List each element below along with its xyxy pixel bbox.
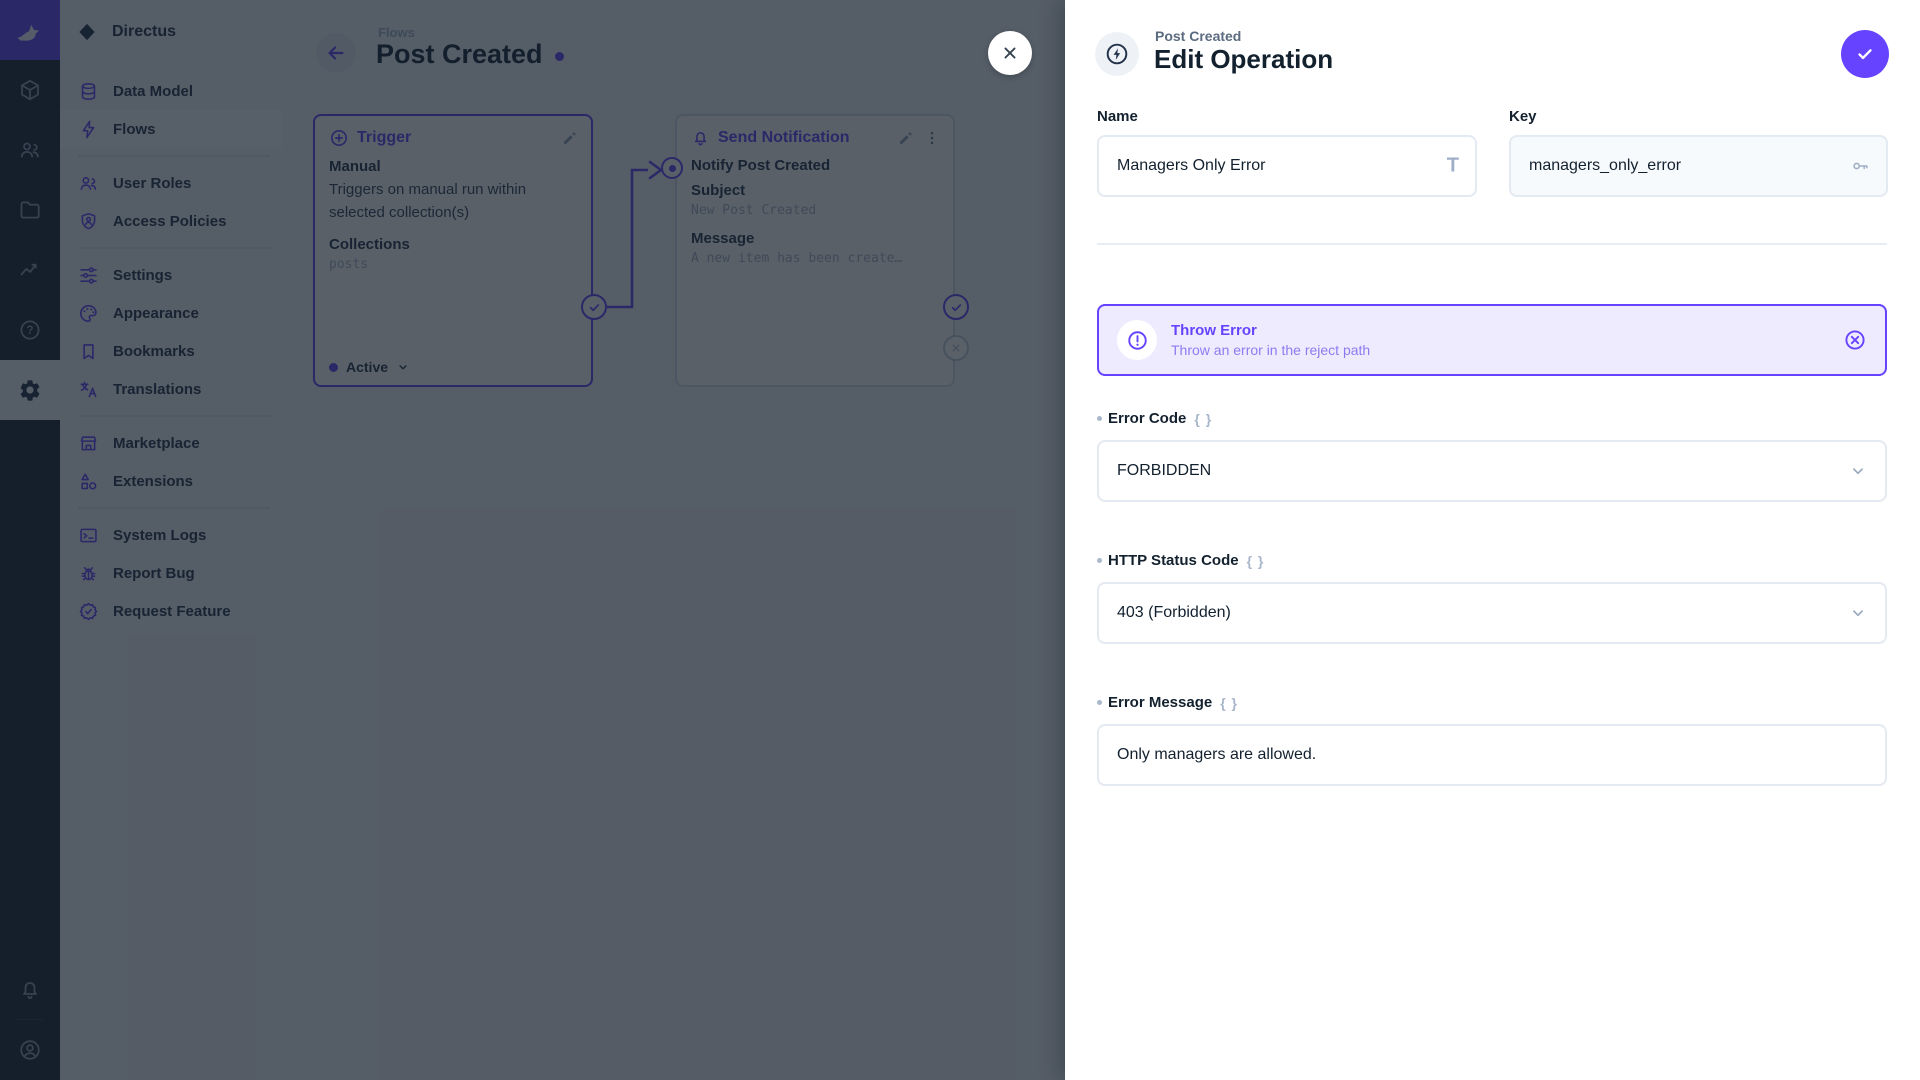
name-input[interactable] — [1099, 137, 1475, 195]
http-status-select[interactable]: 403 (Forbidden) — [1097, 582, 1887, 644]
name-input-wrap: T — [1097, 135, 1477, 197]
error-code-label-row: Error Code { } — [1097, 410, 1212, 427]
throw-error-subtitle: Throw an error in the reject path — [1171, 342, 1370, 358]
edit-operation-drawer: Post Created Edit Operation Name T Key — [1065, 0, 1920, 1080]
http-status-value: 403 (Forbidden) — [1117, 604, 1231, 622]
raw-value-braces-icon[interactable]: { } — [1220, 695, 1238, 711]
title-formatter-icon[interactable]: T — [1447, 155, 1459, 178]
required-dot — [1097, 700, 1102, 705]
throw-error-title: Throw Error — [1171, 322, 1370, 339]
error-message-input[interactable] — [1099, 726, 1885, 784]
chevron-down-icon — [1849, 462, 1867, 480]
raw-value-braces-icon[interactable]: { } — [1194, 411, 1212, 427]
key-icon — [1850, 156, 1870, 176]
close-drawer-button[interactable] — [988, 31, 1032, 75]
throw-error-text: Throw Error Throw an error in the reject… — [1171, 322, 1370, 358]
close-icon — [1000, 43, 1020, 63]
name-label: Name — [1097, 108, 1477, 125]
throw-error-panel[interactable]: Throw Error Throw an error in the reject… — [1097, 304, 1887, 376]
chevron-down-icon — [1849, 604, 1867, 622]
drawer-breadcrumb: Post Created — [1155, 28, 1241, 44]
name-field-group: Name T — [1097, 108, 1477, 197]
key-input[interactable] — [1511, 137, 1886, 195]
drawer-header-icon-badge — [1095, 32, 1139, 76]
http-status-label-row: HTTP Status Code { } — [1097, 552, 1264, 569]
error-code-label: Error Code — [1108, 410, 1186, 427]
raw-value-braces-icon[interactable]: { } — [1247, 553, 1265, 569]
key-field-group: Key — [1509, 108, 1888, 197]
save-button[interactable] — [1841, 30, 1889, 78]
required-dot — [1097, 558, 1102, 563]
error-code-select[interactable]: FORBIDDEN — [1097, 440, 1887, 502]
http-status-label: HTTP Status Code — [1108, 552, 1239, 569]
drawer-divider — [1097, 243, 1887, 245]
error-message-label-row: Error Message { } — [1097, 694, 1238, 711]
drawer-title: Edit Operation — [1154, 44, 1333, 75]
alert-circle-icon — [1117, 320, 1157, 360]
remove-operation-icon[interactable] — [1843, 328, 1867, 352]
key-label: Key — [1509, 108, 1888, 125]
key-input-wrap — [1509, 135, 1888, 197]
error-message-input-wrap — [1097, 724, 1887, 786]
error-message-label: Error Message — [1108, 694, 1212, 711]
circle-bolt-icon — [1104, 41, 1130, 67]
check-icon — [1854, 43, 1876, 65]
directus-flows-screen: Flows Post Created Trigger Manual Trigge… — [0, 0, 1920, 1080]
required-dot — [1097, 416, 1102, 421]
error-code-value: FORBIDDEN — [1117, 462, 1211, 480]
